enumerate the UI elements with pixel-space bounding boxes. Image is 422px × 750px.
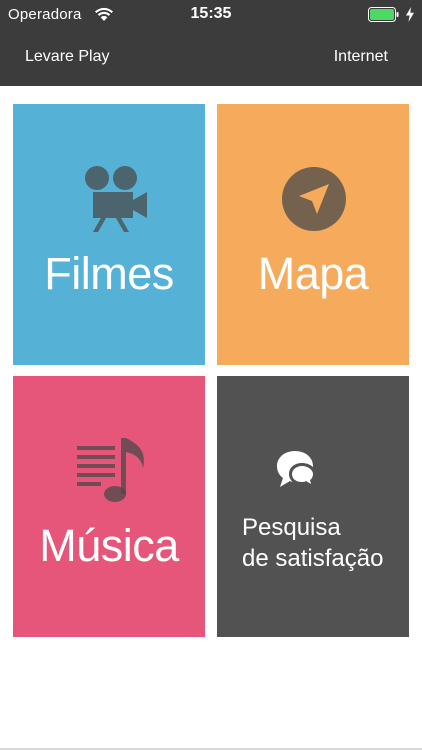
navigation-bar: Levare Play Internet bbox=[0, 40, 422, 74]
tile-mapa-label: Mapa bbox=[257, 248, 369, 299]
tile-musica[interactable]: Música bbox=[13, 376, 205, 637]
lightning-icon bbox=[406, 7, 414, 22]
chat-bubbles-icon bbox=[277, 451, 316, 489]
nav-title-levare-play[interactable]: Levare Play bbox=[25, 48, 110, 66]
nav-internet-button[interactable]: Internet bbox=[334, 48, 388, 66]
movie-camera-icon bbox=[85, 166, 147, 232]
tile-filmes-label: Filmes bbox=[44, 248, 174, 299]
tile-pesquisa-de-satisfacao[interactable]: Pesquisa de satisfação bbox=[217, 376, 409, 637]
status-bar: Operadora 15:35 bbox=[0, 0, 422, 30]
survey-label-line1: Pesquisa bbox=[242, 514, 341, 541]
tile-filmes[interactable]: Filmes bbox=[13, 104, 205, 365]
tile-musica-label: Música bbox=[39, 520, 179, 571]
music-note-icon bbox=[77, 438, 144, 502]
status-time: 15:35 bbox=[190, 5, 232, 22]
tile-mapa[interactable]: Mapa bbox=[217, 104, 409, 365]
battery-icon bbox=[368, 7, 399, 22]
tile-pesquisa-label: Pesquisa de satisfação bbox=[242, 512, 383, 574]
top-bar: Operadora 15:35 Levare Play Internet bbox=[0, 0, 422, 86]
survey-label-line2: de satisfação bbox=[242, 545, 384, 572]
navigation-arrow-icon bbox=[282, 167, 346, 231]
